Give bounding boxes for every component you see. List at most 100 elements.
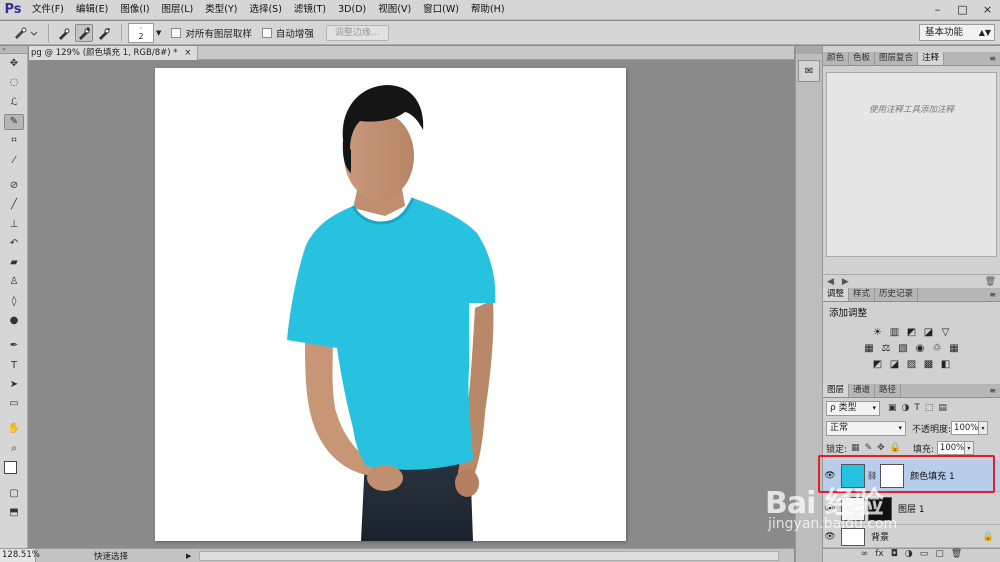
screen-mode-tool[interactable]: ⬒ bbox=[0, 503, 28, 522]
previous-note-icon[interactable]: ◀ bbox=[827, 277, 834, 287]
document-tab[interactable]: pg @ 129% (颜色填充 1, RGB/8#) * × bbox=[29, 46, 199, 60]
quick-mask-tool[interactable]: ▢ bbox=[0, 484, 28, 503]
tab-styles[interactable]: 样式 bbox=[849, 288, 876, 301]
posterize-icon[interactable]: ◪ bbox=[888, 358, 901, 370]
color-balance-icon[interactable]: ⚖ bbox=[880, 342, 893, 354]
zoom-level-field[interactable]: 128.51% bbox=[0, 549, 40, 562]
color-lookup-icon[interactable]: ▦ bbox=[948, 342, 961, 354]
invert-icon[interactable]: ◩ bbox=[871, 358, 884, 370]
smart-object-filter-icon[interactable]: ▤ bbox=[938, 403, 947, 413]
tab-color[interactable]: 颜色 bbox=[823, 52, 850, 65]
chevron-down-icon[interactable]: ▼ bbox=[156, 29, 161, 37]
delete-layer-icon[interactable]: 🗑 bbox=[951, 549, 962, 562]
path-select-tool[interactable]: ➤ bbox=[0, 375, 28, 394]
trash-icon[interactable]: 🗑 bbox=[985, 277, 996, 287]
threshold-icon[interactable]: ▨ bbox=[905, 358, 918, 370]
menu-filter[interactable]: 滤镜(T) bbox=[288, 0, 332, 20]
maximize-button[interactable]: □ bbox=[950, 0, 975, 20]
panel-menu-icon[interactable]: ≡ bbox=[989, 288, 1000, 301]
notes-icon[interactable]: ✉ bbox=[798, 60, 820, 82]
auto-enhance-option[interactable]: 自动增强 bbox=[261, 26, 314, 40]
healing-tool[interactable]: ⊘ bbox=[0, 176, 28, 195]
menu-3d[interactable]: 3D(D) bbox=[332, 0, 372, 20]
chevron-down-icon[interactable]: ▾ bbox=[979, 421, 989, 435]
sample-all-layers-checkbox[interactable] bbox=[171, 27, 182, 38]
type-filter-icon[interactable]: T bbox=[914, 403, 920, 413]
next-note-icon[interactable]: ▶ bbox=[842, 277, 849, 287]
paint-bucket-tool[interactable]: ♙ bbox=[0, 272, 28, 291]
menu-file[interactable]: 文件(F) bbox=[26, 0, 70, 20]
crop-tool[interactable]: ⌗ bbox=[0, 131, 28, 150]
channel-mixer-icon[interactable]: ♲ bbox=[931, 342, 944, 354]
stamp-tool[interactable]: ⊥ bbox=[0, 214, 28, 233]
fill-field[interactable]: 100% bbox=[936, 441, 965, 455]
menu-edit[interactable]: 编辑(E) bbox=[70, 0, 114, 20]
menu-window[interactable]: 窗口(W) bbox=[417, 0, 465, 20]
chevron-down-icon[interactable]: ▾ bbox=[964, 441, 974, 455]
brightness-icon[interactable]: ☀ bbox=[871, 326, 884, 338]
pixel-filter-icon[interactable]: ▣ bbox=[888, 403, 897, 413]
exposure-icon[interactable]: ◪ bbox=[922, 326, 935, 338]
new-layer-icon[interactable]: ▢ bbox=[935, 549, 944, 562]
minimize-button[interactable]: – bbox=[925, 0, 950, 20]
refine-edge-button[interactable]: 调整边缘... bbox=[325, 24, 389, 41]
tab-channels[interactable]: 通道 bbox=[849, 384, 876, 397]
horizontal-scrollbar[interactable] bbox=[199, 550, 780, 561]
zoom-tool[interactable]: ⌕ bbox=[0, 439, 28, 458]
workspace-select[interactable]: 基本功能 ▲▼ bbox=[919, 24, 995, 41]
tab-layers[interactable]: 图层 bbox=[823, 384, 850, 397]
marquee-tool[interactable]: ◌ bbox=[0, 73, 28, 92]
brush-size-picker[interactable]: · 2 bbox=[128, 22, 154, 43]
tab-notes[interactable]: 注释 bbox=[918, 52, 945, 65]
panel-menu-icon[interactable]: ≡ bbox=[989, 52, 1000, 65]
curves-icon[interactable]: ◩ bbox=[905, 326, 918, 338]
sample-all-layers-option[interactable]: 对所有图层取样 bbox=[171, 26, 252, 40]
move-tool[interactable]: ✥ bbox=[0, 54, 28, 73]
new-adjustment-icon[interactable]: ◑ bbox=[905, 549, 913, 562]
history-brush-tool[interactable]: ↶ bbox=[0, 234, 28, 253]
hand-tool[interactable]: ✋ bbox=[0, 419, 28, 438]
opacity-field[interactable]: 100% bbox=[951, 421, 980, 435]
close-button[interactable]: × bbox=[975, 0, 1000, 20]
foreground-color[interactable] bbox=[4, 460, 17, 474]
gradient-map-icon[interactable]: ◧ bbox=[939, 358, 952, 370]
menu-view[interactable]: 视图(V) bbox=[372, 0, 417, 20]
tool-preset-picker[interactable] bbox=[8, 22, 42, 44]
new-selection-icon[interactable] bbox=[55, 24, 73, 42]
link-layers-icon[interactable]: ∞ bbox=[861, 549, 869, 562]
document-canvas[interactable] bbox=[155, 68, 626, 541]
eyedropper-tool[interactable]: ⁄ bbox=[0, 150, 28, 169]
add-to-selection-icon[interactable] bbox=[75, 23, 93, 42]
brush-tool[interactable]: ╱ bbox=[0, 195, 28, 214]
panel-menu-icon[interactable]: ≡ bbox=[989, 384, 1000, 397]
tab-adjustments[interactable]: 调整 bbox=[823, 288, 850, 301]
hue-saturation-icon[interactable]: ▦ bbox=[863, 342, 876, 354]
collapse-toolbar-icon[interactable]: « bbox=[0, 46, 27, 54]
photo-filter-icon[interactable]: ◉ bbox=[914, 342, 927, 354]
status-menu-arrow-icon[interactable]: ▶ bbox=[186, 552, 191, 560]
tab-layer-comps[interactable]: 图层复合 bbox=[875, 52, 919, 65]
menu-type[interactable]: 类型(Y) bbox=[199, 0, 243, 20]
layer-style-icon[interactable]: fx bbox=[875, 549, 884, 562]
pen-tool[interactable]: ✒ bbox=[0, 336, 28, 355]
levels-icon[interactable]: ▥ bbox=[888, 326, 901, 338]
menu-image[interactable]: 图像(I) bbox=[114, 0, 155, 20]
menu-help[interactable]: 帮助(H) bbox=[465, 0, 511, 20]
vibrance-icon[interactable]: ▽ bbox=[939, 326, 952, 338]
menu-select[interactable]: 选择(S) bbox=[243, 0, 287, 20]
add-mask-icon[interactable]: ◘ bbox=[891, 549, 898, 562]
auto-enhance-checkbox[interactable] bbox=[261, 27, 272, 38]
tab-paths[interactable]: 路径 bbox=[875, 384, 902, 397]
tab-swatches[interactable]: 色板 bbox=[849, 52, 876, 65]
eraser-tool[interactable]: ▰ bbox=[0, 253, 28, 272]
lock-transparent-icon[interactable]: ▦ bbox=[851, 443, 860, 453]
shape-tool[interactable]: ▭ bbox=[0, 394, 28, 413]
shape-filter-icon[interactable]: ⬚ bbox=[925, 403, 934, 413]
dodge-tool[interactable]: ● bbox=[0, 311, 28, 330]
close-icon[interactable]: × bbox=[184, 48, 191, 58]
layer-name[interactable]: 图层 1 bbox=[898, 502, 925, 515]
canvas-area[interactable] bbox=[29, 61, 794, 547]
black-white-icon[interactable]: ▧ bbox=[897, 342, 910, 354]
dock-header[interactable] bbox=[796, 46, 822, 54]
blend-mode-select[interactable]: 正常 ▾ bbox=[826, 420, 906, 436]
